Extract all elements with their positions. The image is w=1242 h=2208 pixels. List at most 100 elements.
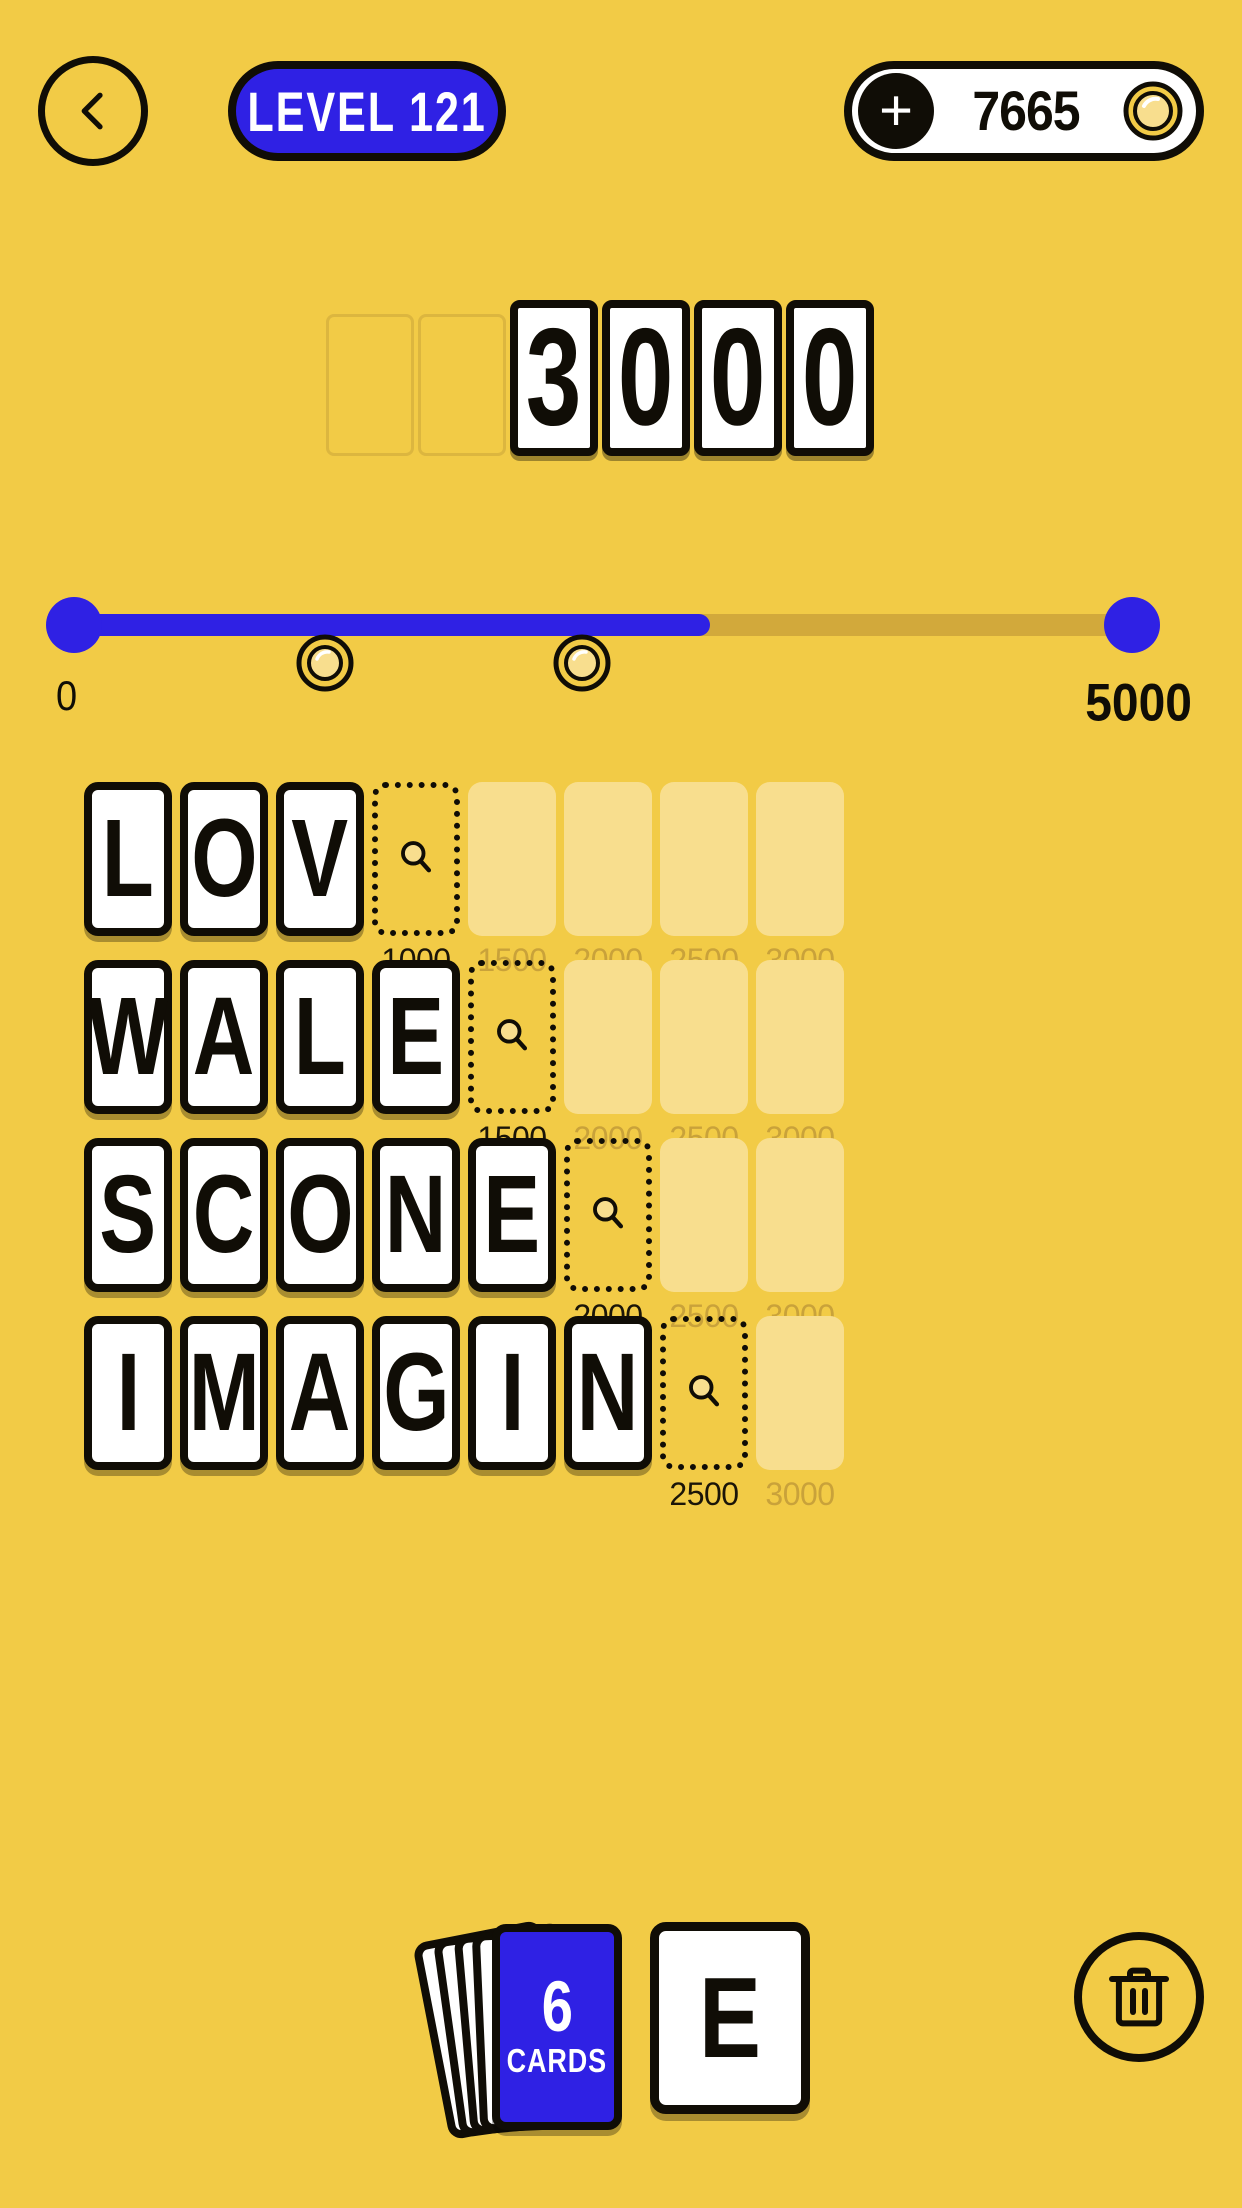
letter-tile[interactable]: O [180, 782, 268, 936]
locked-slot[interactable] [756, 1138, 844, 1292]
letter-tile-value: L [101, 797, 155, 921]
letter-tile-value: V [291, 797, 349, 921]
letter-tile-value: C [193, 1153, 255, 1277]
locked-slot[interactable] [660, 960, 748, 1114]
hint-slot[interactable] [660, 1316, 748, 1470]
letter-tile-value: A [193, 975, 255, 1099]
locked-price-label: 3000 [765, 1476, 835, 1512]
price-label-blank: . [84, 1476, 172, 1513]
price-label-blank: . [180, 1476, 268, 1513]
add-coins-button[interactable]: + [858, 73, 934, 149]
letter-tile[interactable]: C [180, 1138, 268, 1292]
plus-icon: + [879, 78, 913, 143]
magnifier-icon [682, 1369, 726, 1418]
slider-fill [68, 614, 710, 636]
letter-tile-value: O [286, 1153, 354, 1277]
card-deck[interactable]: 6 CARDS [412, 1902, 640, 2141]
trash-icon [1109, 1967, 1169, 2027]
letter-tile-value: A [289, 1331, 351, 1455]
locked-slot[interactable] [756, 1316, 844, 1470]
score-digit: 0 [786, 300, 874, 456]
letter-tile-value: N [385, 1153, 447, 1277]
letter-tile[interactable]: N [564, 1316, 652, 1470]
score-slot-empty [326, 314, 414, 456]
letter-tile[interactable]: I [468, 1316, 556, 1470]
coin-icon [1122, 80, 1184, 142]
coin-marker-1 [296, 634, 354, 692]
letter-tile[interactable]: S [84, 1138, 172, 1292]
coin-amount: 7665 [972, 79, 1080, 143]
locked-slot[interactable] [468, 782, 556, 936]
letter-tile-value: S [99, 1153, 157, 1277]
hint-price-label: 2500 [669, 1476, 739, 1512]
score-digit-value: 0 [802, 300, 858, 455]
slider-knob-start[interactable] [46, 597, 102, 653]
locked-slot[interactable] [756, 782, 844, 936]
level-badge: LEVEL 121 [228, 61, 506, 161]
coin-marker-2 [553, 634, 611, 692]
hint-slot[interactable] [372, 782, 460, 936]
letter-tile[interactable]: N [372, 1138, 460, 1292]
letter-tile[interactable]: E [372, 960, 460, 1114]
word-row-imagin: IMAGIN......25003000 [0, 1316, 1242, 1512]
score-digit: 0 [602, 300, 690, 456]
slider-max-label: 5000 [1085, 674, 1192, 733]
letter-tile-value: O [190, 797, 258, 921]
slider-min-label: 0 [56, 673, 78, 721]
letter-tile[interactable]: G [372, 1316, 460, 1470]
letter-tile[interactable]: L [276, 960, 364, 1114]
score-odometer: 3 0 0 0 [326, 300, 874, 456]
price-label-blank: . [276, 1476, 364, 1513]
magnifier-icon [586, 1191, 630, 1240]
slider-track[interactable] [68, 614, 1138, 692]
letter-tile[interactable]: L [84, 782, 172, 936]
letter-tile[interactable]: I [84, 1316, 172, 1470]
deck-label: CARDS [506, 2042, 608, 2080]
score-progress-slider[interactable]: 0 5000 [0, 576, 1242, 733]
score-digit-value: 0 [618, 300, 674, 455]
score-digit-value: 0 [710, 300, 766, 455]
letter-tile-value: N [577, 1331, 639, 1455]
word-board: LOV...10001500200025003000WALE....150020… [0, 782, 1242, 1512]
deck-count: 6 [541, 1966, 573, 2047]
back-button[interactable] [38, 56, 148, 166]
letter-tile[interactable]: O [276, 1138, 364, 1292]
deck-top-card[interactable]: 6 CARDS [492, 1924, 622, 2130]
locked-slot[interactable] [564, 960, 652, 1114]
letter-tile[interactable]: M [180, 1316, 268, 1470]
coin-counter[interactable]: + 7665 [844, 61, 1204, 161]
row-price-labels: ...... 2500 3000 [84, 1476, 844, 1513]
locked-slot[interactable] [660, 782, 748, 936]
word-row-lov: LOV...10001500200025003000 [0, 782, 1242, 978]
letter-tile-value: E [387, 975, 445, 1099]
letter-tile[interactable]: E [468, 1138, 556, 1292]
locked-slot[interactable] [660, 1138, 748, 1292]
letter-tile[interactable]: V [276, 782, 364, 936]
score-digit-value: 3 [526, 300, 582, 455]
score-digit: 0 [694, 300, 782, 456]
hint-slot[interactable] [468, 960, 556, 1114]
price-label-blank: . [468, 1476, 556, 1513]
letter-tile-value: W [87, 975, 169, 1099]
magnifier-icon [490, 1013, 534, 1062]
game-screen: LEVEL 121 + 7665 3 0 0 0 0 5000 L O V 15… [0, 0, 1242, 2208]
letter-tile[interactable]: A [276, 1316, 364, 1470]
letter-tile-value: I [500, 1331, 524, 1455]
locked-slot[interactable] [756, 960, 844, 1114]
top-bar: LEVEL 121 + 7665 [0, 56, 1242, 166]
discard-button[interactable] [1074, 1932, 1204, 2062]
row-tiles: WALE [84, 960, 844, 1114]
hint-slot[interactable] [564, 1138, 652, 1292]
score-digit: 3 [510, 300, 598, 456]
letter-tile[interactable]: A [180, 960, 268, 1114]
letter-tile-value: L [293, 975, 347, 1099]
score-slot-empty [418, 314, 506, 456]
row-tiles: SCONE [84, 1138, 844, 1292]
slider-knob-end[interactable] [1104, 597, 1160, 653]
locked-slot[interactable] [564, 782, 652, 936]
chevron-left-icon [81, 92, 103, 130]
letter-tile[interactable]: W [84, 960, 172, 1114]
current-letter-card[interactable]: E [650, 1922, 810, 2114]
price-label-blank: . [564, 1476, 652, 1513]
word-row-scone: SCONE.....200025003000 [0, 1138, 1242, 1334]
